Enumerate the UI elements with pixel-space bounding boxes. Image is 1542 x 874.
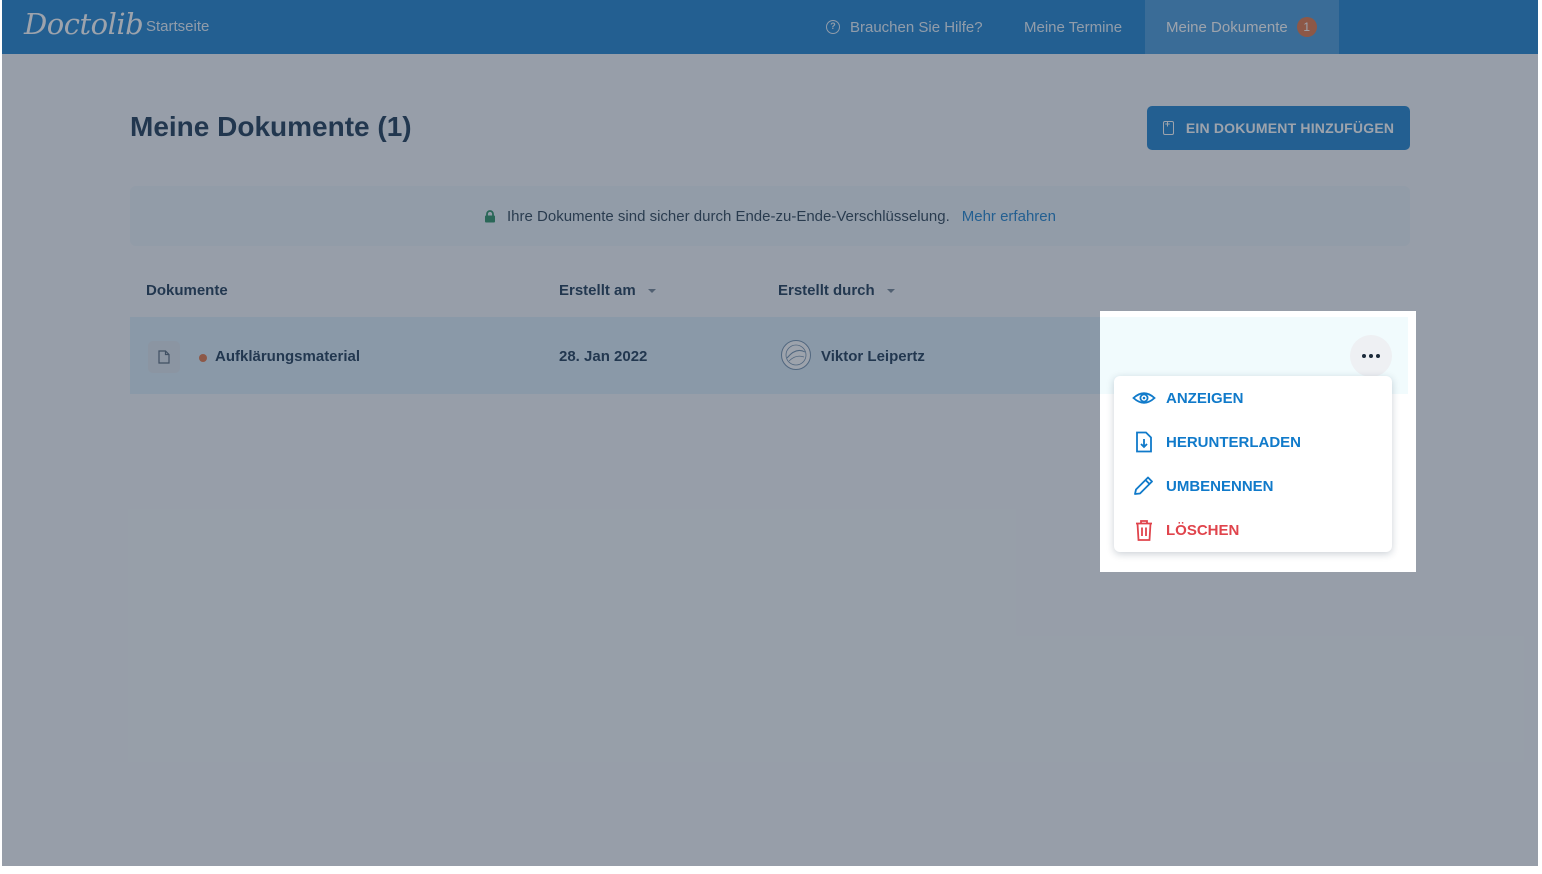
document-actions-menu: ANZEIGEN HERUNTERLADEN UMBENENNEN LÖSCHE… <box>1114 376 1392 552</box>
pencil-icon <box>1134 476 1153 495</box>
trash-icon <box>1136 520 1152 541</box>
eye-icon <box>1132 392 1156 404</box>
menu-item-delete-label: LÖSCHEN <box>1166 521 1240 539</box>
download-file-icon <box>1136 431 1152 453</box>
menu-item-download-label: HERUNTERLADEN <box>1166 433 1301 451</box>
menu-item-rename-label: UMBENENNEN <box>1166 477 1274 495</box>
menu-item-view-label: ANZEIGEN <box>1166 389 1244 407</box>
more-dot-icon <box>1369 354 1373 358</box>
menu-item-rename[interactable]: UMBENENNEN <box>1114 466 1392 506</box>
more-dot-icon <box>1362 354 1366 358</box>
menu-item-view[interactable]: ANZEIGEN <box>1114 378 1392 418</box>
menu-item-delete[interactable]: LÖSCHEN <box>1114 510 1392 550</box>
document-actions-popover: ANZEIGEN HERUNTERLADEN UMBENENNEN LÖSCHE… <box>1100 311 1416 572</box>
more-dot-icon <box>1376 354 1380 358</box>
more-options-button[interactable] <box>1350 335 1392 377</box>
menu-item-download[interactable]: HERUNTERLADEN <box>1114 422 1392 462</box>
